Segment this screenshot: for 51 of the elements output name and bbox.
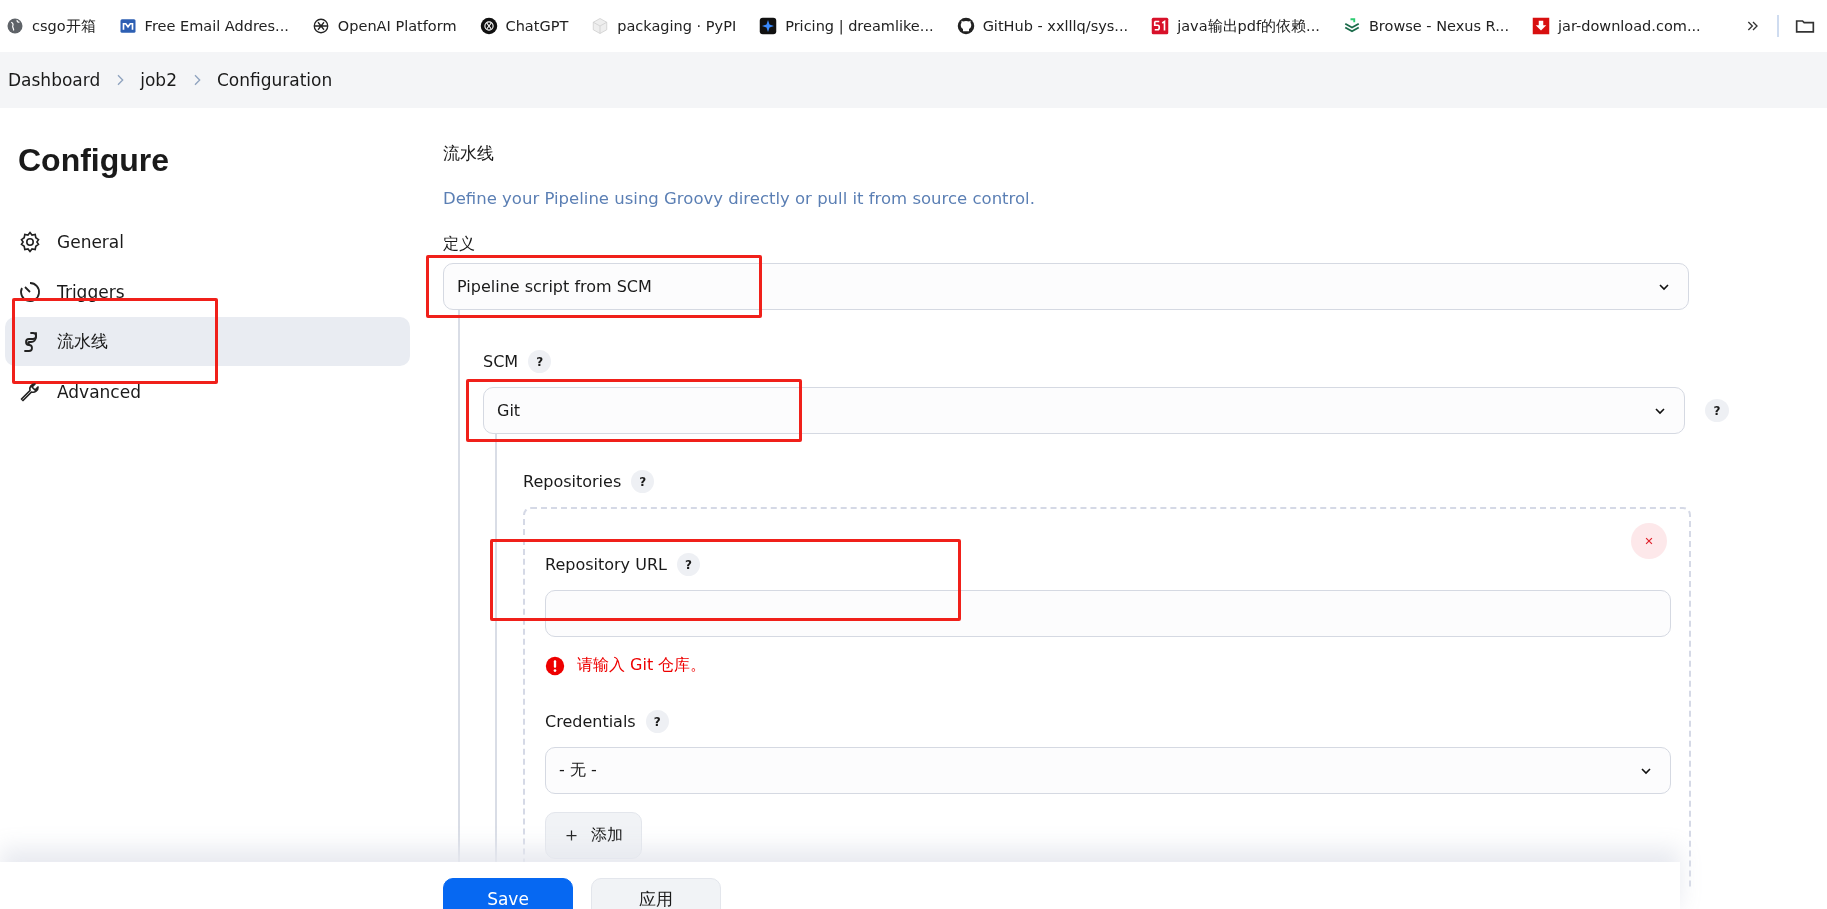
globe-icon <box>6 17 24 35</box>
help-button[interactable]: ? <box>1705 399 1729 422</box>
sparkle-icon <box>759 17 778 35</box>
gear-icon <box>18 229 42 254</box>
sidebar-item[interactable]: 流水线 <box>5 317 410 366</box>
help-button[interactable]: ? <box>676 553 700 576</box>
bookmark[interactable]: ChatGPT <box>475 13 579 39</box>
help-button[interactable]: ? <box>645 710 669 733</box>
sidebar-item[interactable]: General <box>5 217 410 266</box>
bookmark[interactable]: jar-download.com... <box>1528 13 1711 39</box>
sidebar-item[interactable]: Advanced <box>5 367 410 416</box>
field-label: SCM <box>483 352 519 371</box>
field-label: Credentials <box>545 712 636 731</box>
cat-logo-icon <box>956 17 975 35</box>
bookmark[interactable]: GitHub - xxlllq/sys... <box>952 13 1139 39</box>
breadcrumb-link[interactable]: Configuration <box>216 70 333 90</box>
dropdown[interactable]: Git <box>483 387 1685 434</box>
timer-icon <box>18 279 42 304</box>
add-button[interactable]: 添加 <box>545 812 642 859</box>
bookmark[interactable]: Free Email Addres... <box>114 13 299 39</box>
help-button[interactable]: ? <box>631 470 655 493</box>
field-label: 定义 <box>443 234 475 255</box>
cube-icon <box>591 17 610 35</box>
plus-icon <box>564 828 579 843</box>
bookmark[interactable]: csgo开箱 <box>2 12 106 40</box>
bookmark[interactable]: packaging · PyPI <box>587 13 747 39</box>
m-logo-icon <box>118 17 137 35</box>
knot-logo-icon <box>311 17 330 35</box>
error-message: 请输入 Git 仓库。 <box>577 655 707 676</box>
download-icon <box>1532 17 1550 35</box>
square-logo-icon <box>1151 17 1170 35</box>
field-label: Repositories <box>523 472 622 491</box>
dropdown[interactable]: - 无 - <box>545 747 1671 794</box>
knot-logo-icon <box>479 17 498 35</box>
page-title: Configure <box>18 142 171 179</box>
chevrons-icon <box>1342 17 1361 35</box>
breadcrumb-link[interactable]: job2 <box>140 70 177 90</box>
section-description: Define your Pipeline using Groovy directly or pull it from source control. <box>443 189 1036 208</box>
apply-button[interactable]: 应用 <box>591 878 721 909</box>
help-button[interactable]: ? <box>528 350 552 373</box>
field-label: Repository URL <box>545 555 667 574</box>
error-icon <box>545 655 565 676</box>
dropdown[interactable]: Pipeline script from SCM <box>443 263 1689 310</box>
section-title: 流水线 <box>443 142 495 165</box>
url-input[interactable] <box>545 590 1671 637</box>
bookmark[interactable]: java输出pdf的依赖... <box>1147 12 1330 40</box>
bookmark[interactable]: OpenAI Platform <box>307 13 467 39</box>
save-button[interactable]: Save <box>443 878 573 909</box>
bookmark[interactable]: Pricing | dreamlike... <box>755 13 944 39</box>
breadcrumb-link[interactable]: Dashboard <box>8 70 101 90</box>
bookmark[interactable]: Browse - Nexus R... <box>1338 13 1519 39</box>
